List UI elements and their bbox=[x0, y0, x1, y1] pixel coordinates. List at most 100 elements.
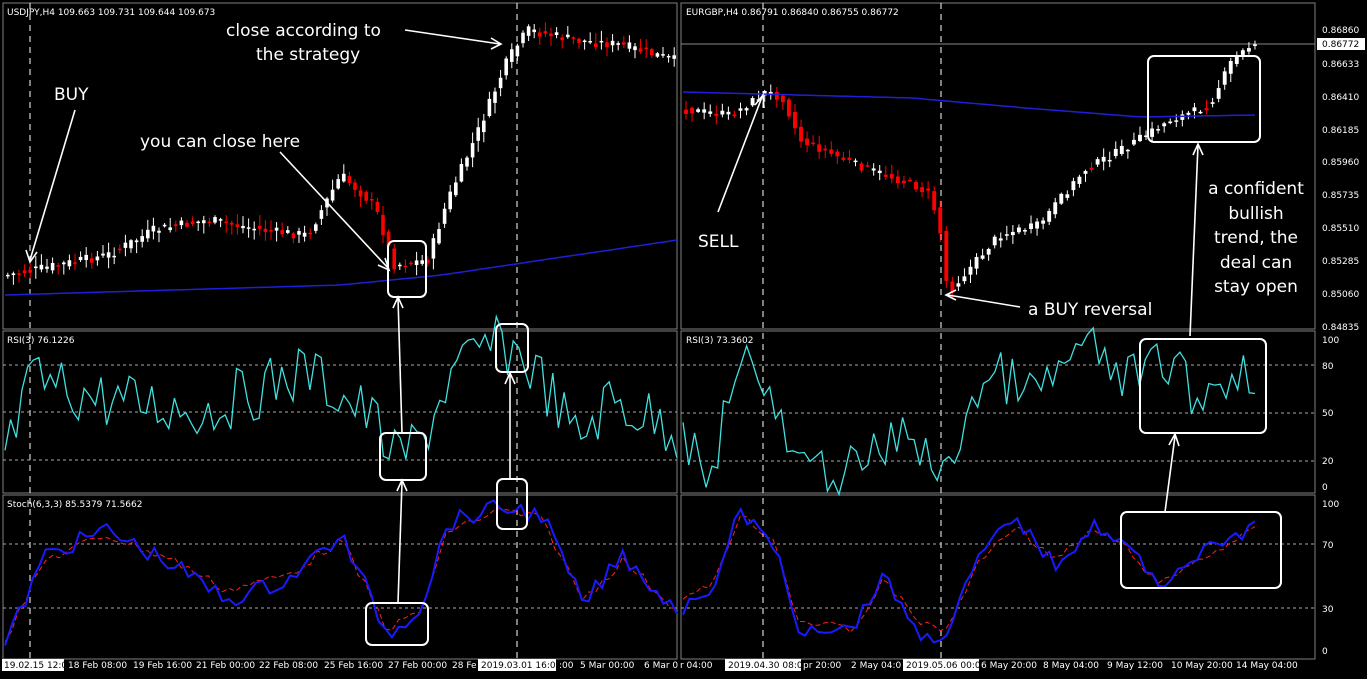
candle-body bbox=[101, 253, 105, 256]
right-price-label-2: 0.86410 bbox=[1322, 93, 1359, 103]
candle-body bbox=[190, 221, 195, 225]
candle-body bbox=[84, 254, 88, 261]
candle-body bbox=[811, 142, 816, 145]
candle-body bbox=[263, 228, 268, 232]
candle-body bbox=[1016, 227, 1021, 233]
candle-body bbox=[708, 111, 713, 114]
right-rsi-axis-80: 80 bbox=[1322, 362, 1334, 372]
left-stoch-label: Stoch(6,3,3) 85.5379 71.5662 bbox=[7, 500, 142, 510]
candle-body bbox=[465, 157, 469, 167]
right-time-axis: r 04:00 2019.04.30 08:00 pr 20:00 2 May … bbox=[680, 659, 1298, 671]
candle-body bbox=[823, 148, 828, 151]
candle-body bbox=[841, 157, 846, 160]
candle-body bbox=[146, 229, 150, 239]
candle-body bbox=[56, 265, 60, 267]
candle-body bbox=[986, 248, 991, 255]
candle-body bbox=[521, 32, 525, 44]
candle-body bbox=[895, 176, 900, 184]
left-chart-symbol-header: USDJPY,H4 109.663 109.731 109.644 109.67… bbox=[7, 8, 215, 18]
candle-body bbox=[938, 207, 943, 234]
candle-body bbox=[95, 256, 100, 261]
candle-body bbox=[1119, 145, 1124, 155]
candle-body bbox=[314, 224, 318, 231]
candle-body bbox=[274, 227, 279, 231]
right-time-label-1: 2019.04.30 08:00 bbox=[728, 661, 809, 671]
candle-body bbox=[34, 266, 38, 269]
right-time-label-3: 2 May 04:0 bbox=[851, 661, 902, 671]
candle-body bbox=[1125, 149, 1130, 152]
candle-body bbox=[364, 192, 368, 201]
left-time-label-9: :00 bbox=[559, 661, 574, 671]
annotation-confident-trend: a confident bullish trend, the deal can … bbox=[1208, 179, 1304, 297]
candle-body bbox=[1222, 71, 1227, 85]
candle-body bbox=[859, 163, 864, 171]
candle-body bbox=[11, 273, 16, 276]
candle-body bbox=[847, 157, 852, 160]
candle-body bbox=[202, 220, 206, 224]
right-stoch-axis-100: 100 bbox=[1322, 500, 1339, 510]
candle-body bbox=[992, 236, 997, 246]
candle-body bbox=[246, 227, 251, 229]
right-rsi-label: RSI(3) 73.3602 bbox=[686, 336, 753, 346]
annotation-sell: SELL bbox=[698, 232, 739, 252]
candle-body bbox=[342, 173, 346, 182]
candle-body bbox=[599, 40, 604, 43]
candle-body bbox=[571, 37, 576, 39]
right-price-label-6: 0.85510 bbox=[1322, 224, 1359, 234]
candle-body bbox=[50, 262, 55, 271]
candle-body bbox=[588, 40, 592, 43]
candle-body bbox=[1113, 148, 1118, 156]
right-rsi-axis-0: 0 bbox=[1322, 483, 1328, 493]
left-time-label-6: 27 Feb 00:00 bbox=[388, 661, 447, 671]
candle-body bbox=[1156, 129, 1161, 131]
candle-body bbox=[90, 258, 94, 263]
candle-body bbox=[157, 230, 161, 233]
right-stoch-axis-70: 70 bbox=[1322, 541, 1334, 551]
chart-workspace: USDJPY,H4 109.663 109.731 109.644 109.67… bbox=[0, 0, 1367, 679]
candle-body bbox=[392, 248, 396, 270]
candle-body bbox=[817, 144, 822, 152]
right-time-label-6: 8 May 04:00 bbox=[1043, 661, 1099, 671]
candle-body bbox=[1192, 107, 1197, 112]
candle-body bbox=[526, 26, 531, 36]
candle-body bbox=[974, 256, 979, 269]
candle-body bbox=[793, 112, 797, 129]
right-price-label-1: 0.86633 bbox=[1322, 60, 1359, 70]
candle-body bbox=[661, 54, 665, 56]
candle-body bbox=[185, 222, 189, 227]
annotation-close-strategy-line1: close according to bbox=[226, 21, 381, 41]
left-time-label-0: 19.02.15 12:00 bbox=[4, 661, 73, 671]
right-time-label-7: 9 May 12:00 bbox=[1107, 661, 1163, 671]
candle-body bbox=[493, 91, 497, 103]
candle-body bbox=[78, 256, 83, 261]
candle-body bbox=[594, 43, 598, 47]
candle-body bbox=[799, 126, 803, 142]
annotation-close-here: you can close here bbox=[140, 132, 300, 152]
candle-body bbox=[291, 233, 296, 239]
candle-body bbox=[1253, 44, 1257, 46]
right-price-label-7: 0.85285 bbox=[1322, 257, 1359, 267]
candle-body bbox=[476, 127, 480, 141]
candle-body bbox=[140, 236, 144, 242]
candle-body bbox=[560, 37, 564, 41]
candle-body bbox=[744, 108, 749, 111]
candle-body bbox=[196, 221, 200, 224]
candle-body bbox=[347, 176, 352, 183]
candle-body bbox=[213, 217, 217, 223]
right-stoch-axis-0: 0 bbox=[1322, 647, 1328, 657]
right-time-label-9: 14 May 04:00 bbox=[1236, 661, 1298, 671]
annotation-confident-line1: a confident bbox=[1208, 179, 1304, 199]
candle-body bbox=[1095, 159, 1100, 165]
candle-body bbox=[420, 260, 424, 264]
annotation-buy: BUY bbox=[54, 85, 89, 105]
candle-body bbox=[258, 225, 262, 229]
candle-body bbox=[962, 276, 967, 282]
candle-body bbox=[926, 188, 931, 191]
right-price-label-4: 0.85960 bbox=[1322, 158, 1359, 168]
candle-body bbox=[998, 238, 1003, 241]
candle-body bbox=[224, 221, 228, 224]
right-time-label-0: r 04:00 bbox=[680, 661, 713, 671]
candle-body bbox=[805, 138, 810, 146]
candle-body bbox=[532, 29, 536, 33]
candle-body bbox=[437, 229, 441, 244]
